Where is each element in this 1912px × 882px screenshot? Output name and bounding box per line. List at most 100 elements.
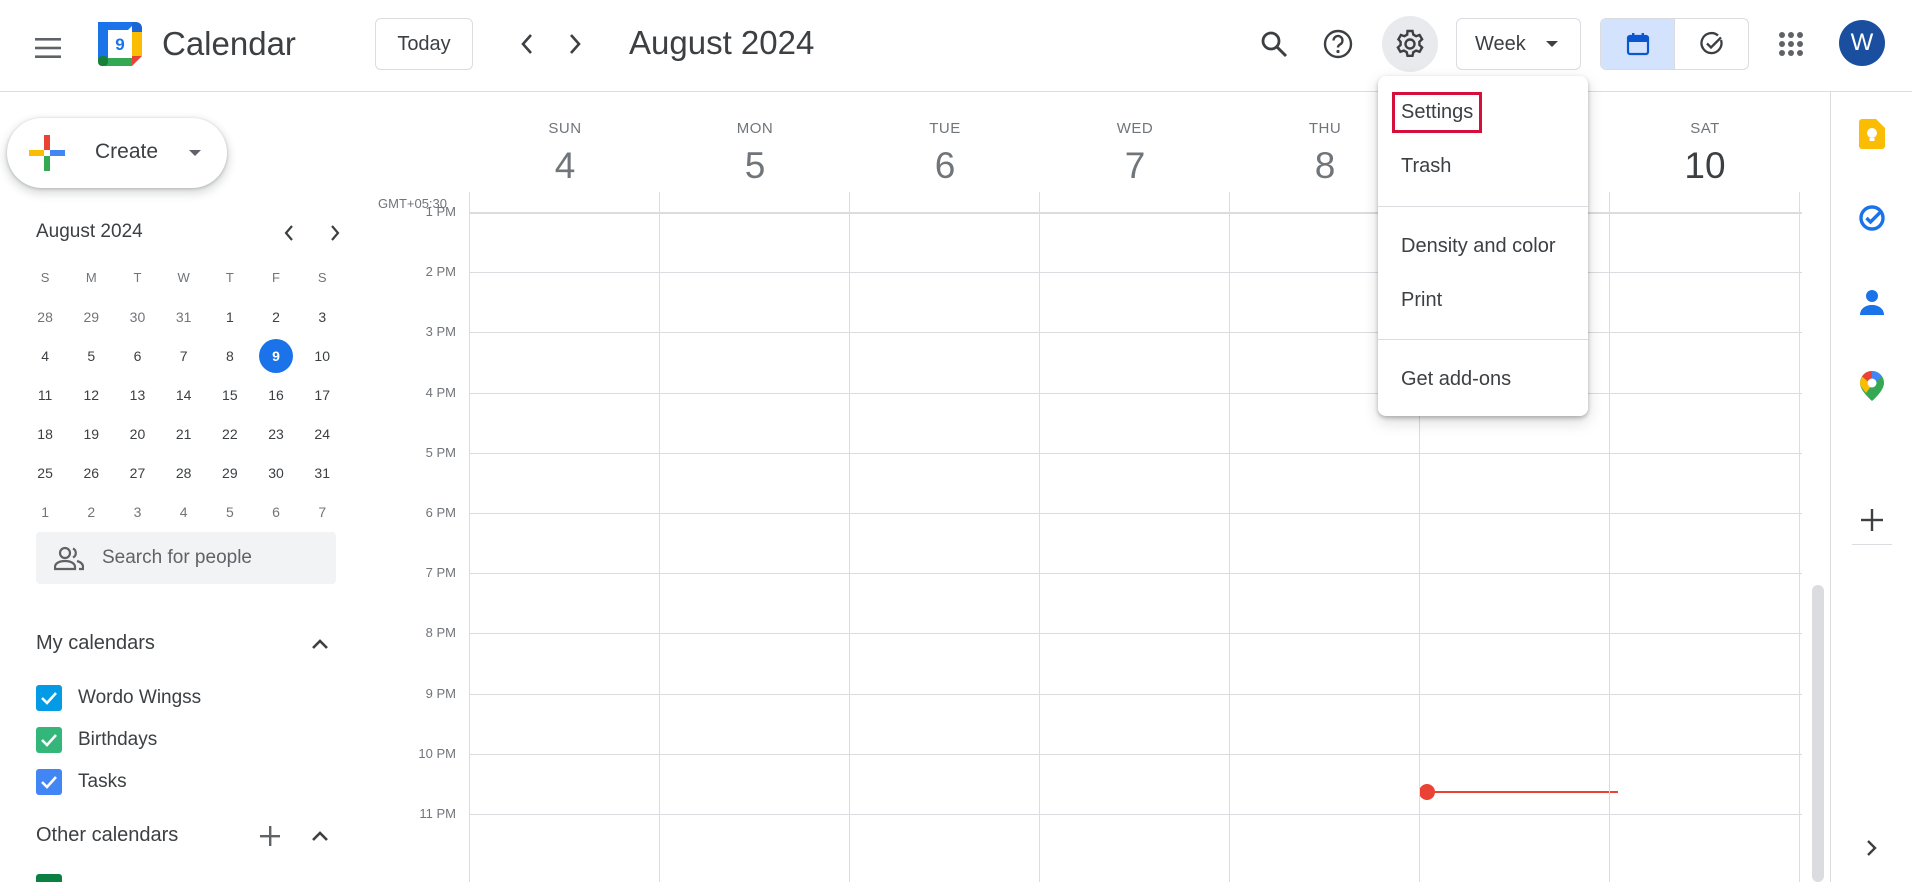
mini-calendar-day[interactable]: 1 <box>22 492 68 531</box>
other-calendar-checkbox[interactable] <box>36 874 62 882</box>
mini-calendar-day[interactable]: 6 <box>114 336 160 375</box>
mini-calendar-day[interactable]: 29 <box>68 297 114 336</box>
mini-calendar-day[interactable]: 16 <box>253 375 299 414</box>
previous-period-button[interactable] <box>503 20 551 68</box>
mini-calendar-day[interactable]: 7 <box>299 492 345 531</box>
menu-item-trash[interactable]: Trash <box>1378 142 1588 190</box>
maps-button[interactable] <box>1856 370 1888 402</box>
calendar-view-toggle[interactable] <box>1601 19 1675 69</box>
mini-calendar-day[interactable]: 27 <box>114 453 160 492</box>
mini-calendar-day[interactable]: 30 <box>114 297 160 336</box>
mini-calendar-day[interactable]: 21 <box>161 414 207 453</box>
mini-calendar-day[interactable]: 12 <box>68 375 114 414</box>
mini-calendar-day[interactable]: 31 <box>161 297 207 336</box>
help-button[interactable] <box>1314 20 1362 68</box>
mini-calendar-day[interactable]: 30 <box>253 453 299 492</box>
calendar-item-birthdays[interactable]: Birthdays <box>36 722 157 758</box>
mini-calendar-day[interactable]: 1 <box>207 297 253 336</box>
mini-calendar-day[interactable]: 24 <box>299 414 345 453</box>
day-header-wed[interactable]: WED 7 <box>1040 92 1230 192</box>
week-scrollbar[interactable] <box>1812 585 1824 882</box>
search-button[interactable] <box>1250 20 1298 68</box>
hour-label: 1 PM <box>425 204 456 219</box>
mini-calendar-day[interactable]: 11 <box>22 375 68 414</box>
google-apps-button[interactable] <box>1767 20 1815 68</box>
mini-calendar-day[interactable]: 28 <box>161 453 207 492</box>
get-add-ons-button[interactable] <box>1856 504 1888 536</box>
mini-calendar-day[interactable]: 10 <box>299 336 345 375</box>
calendar-item-tasks[interactable]: Tasks <box>36 764 127 800</box>
next-period-button[interactable] <box>551 20 599 68</box>
mini-calendar-day[interactable]: 6 <box>253 492 299 531</box>
mini-calendar-week-row: 25 26 27 28 29 30 31 <box>22 453 346 492</box>
mini-calendar-day[interactable]: 19 <box>68 414 114 453</box>
today-button[interactable]: Today <box>375 18 473 70</box>
mini-calendar-prev-button[interactable] <box>274 218 304 248</box>
menu-item-print[interactable]: Print <box>1378 276 1588 324</box>
mini-calendar-week-row: 4 5 6 7 8 9 10 <box>22 336 346 375</box>
day-header-tue[interactable]: TUE 6 <box>850 92 1040 192</box>
mini-calendar-day[interactable]: 14 <box>161 375 207 414</box>
mini-calendar-week-row: 28 29 30 31 1 2 3 <box>22 297 346 336</box>
mini-calendar-day[interactable]: 8 <box>207 336 253 375</box>
create-button[interactable]: Create <box>7 118 227 188</box>
mini-calendar-day[interactable]: 17 <box>299 375 345 414</box>
mini-calendar-day[interactable]: 4 <box>161 492 207 531</box>
my-calendars-heading[interactable]: My calendars <box>36 632 155 655</box>
menu-item-get-add-ons[interactable]: Get add-ons <box>1378 355 1588 403</box>
other-calendars-heading[interactable]: Other calendars <box>36 824 178 847</box>
contacts-button[interactable] <box>1856 286 1888 318</box>
tasks-view-toggle[interactable] <box>1675 19 1748 69</box>
mini-calendar-day[interactable]: 13 <box>114 375 160 414</box>
mini-calendar-day[interactable]: 5 <box>207 492 253 531</box>
day-number: 17 <box>314 386 330 403</box>
other-calendars-collapse-button[interactable] <box>306 822 334 850</box>
mini-calendar-day[interactable]: 31 <box>299 453 345 492</box>
mini-calendar-day[interactable]: 4 <box>22 336 68 375</box>
calendar-checkbox[interactable] <box>36 727 62 753</box>
mini-calendar-day[interactable]: 2 <box>253 297 299 336</box>
my-calendars-collapse-button[interactable] <box>306 630 334 658</box>
search-people-field[interactable]: Search for people <box>36 532 336 584</box>
keep-button[interactable] <box>1856 118 1888 150</box>
mini-calendar-day[interactable]: 7 <box>161 336 207 375</box>
day-number: 1 <box>41 503 49 520</box>
calendar-checkbox[interactable] <box>36 769 62 795</box>
day-number: 2 <box>87 503 96 520</box>
mini-calendar-day[interactable]: 18 <box>22 414 68 453</box>
create-plus-icon <box>29 135 65 171</box>
mini-calendar-day[interactable]: 15 <box>207 375 253 414</box>
day-header-mon[interactable]: MON 5 <box>660 92 850 192</box>
view-selector[interactable]: Week <box>1456 18 1581 70</box>
mini-calendar-next-button[interactable] <box>320 218 350 248</box>
account-avatar[interactable]: W <box>1839 20 1885 66</box>
day-header-sun[interactable]: SUN 4 <box>470 92 660 192</box>
mini-calendar-day[interactable]: 22 <box>207 414 253 453</box>
settings-menu-button[interactable] <box>1382 16 1438 72</box>
mini-calendar-day[interactable]: 3 <box>299 297 345 336</box>
main-menu-button[interactable] <box>24 24 72 72</box>
mini-calendar-day[interactable]: 23 <box>253 414 299 453</box>
menu-item-settings[interactable]: Settings <box>1378 88 1588 136</box>
calendar-logo-icon[interactable]: 9 <box>96 20 144 68</box>
tasks-button[interactable] <box>1856 202 1888 234</box>
mini-calendar-day[interactable]: 9 <box>253 336 299 375</box>
hour-label: 7 PM <box>425 565 456 581</box>
day-number: 30 <box>268 464 284 481</box>
mini-calendar-day[interactable]: 3 <box>114 492 160 531</box>
calendar-item-wordo-wingss[interactable]: Wordo Wingss <box>36 680 201 716</box>
calendar-checkbox[interactable] <box>36 685 62 711</box>
mini-calendar-day[interactable]: 2 <box>68 492 114 531</box>
mini-calendar-day[interactable]: 26 <box>68 453 114 492</box>
mini-calendar-day[interactable]: 28 <box>22 297 68 336</box>
add-other-calendar-button[interactable] <box>256 822 284 850</box>
mini-calendar-day[interactable]: 20 <box>114 414 160 453</box>
expand-side-panel-button[interactable] <box>1856 832 1888 864</box>
day-header-sat[interactable]: SAT 10 <box>1610 92 1800 192</box>
hour-label: 5 PM <box>425 444 456 460</box>
mini-calendar-day[interactable]: 5 <box>68 336 114 375</box>
time-grid[interactable]: 1 PM 2 PM 3 PM 4 PM 5 PM 6 PM 7 PM 8 PM 9 PM 10 P… <box>374 192 1807 882</box>
mini-calendar-day[interactable]: 25 <box>22 453 68 492</box>
menu-item-density-and-color[interactable]: Density and color <box>1378 222 1588 270</box>
mini-calendar-day[interactable]: 29 <box>207 453 253 492</box>
